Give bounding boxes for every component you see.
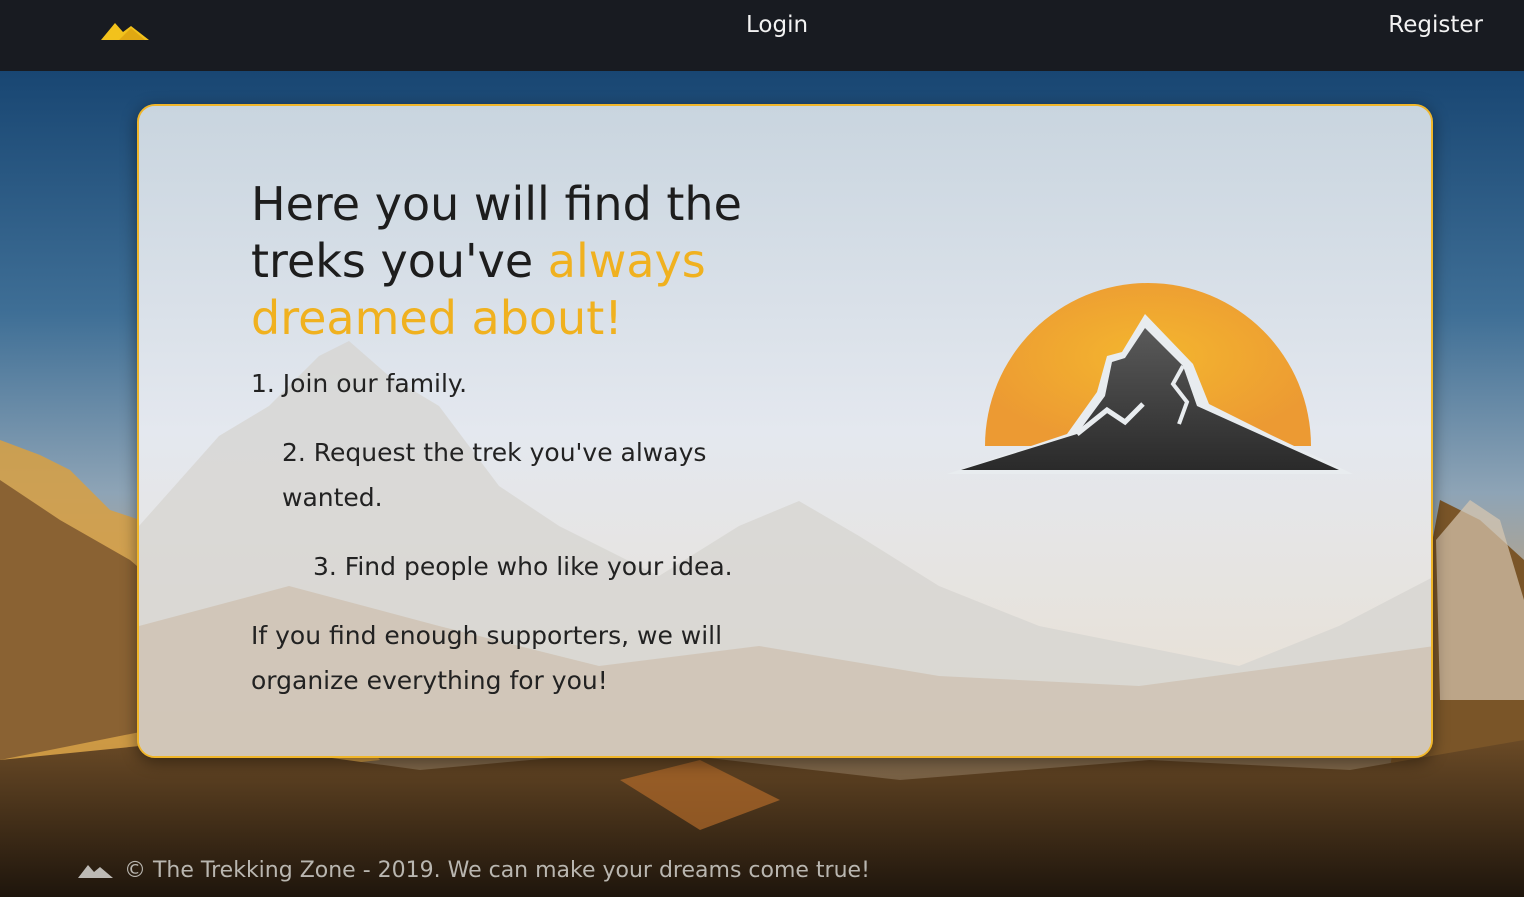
register-link[interactable]: Register: [1388, 12, 1483, 38]
step-item-join: 1. Join our family.: [251, 369, 468, 398]
intro-card: Here you will find the treks you've alwa…: [137, 104, 1433, 758]
login-link[interactable]: Login: [746, 12, 808, 38]
step-item-request: 2. Request the trek you've always wanted…: [282, 438, 707, 512]
mountain-logo-icon: [78, 864, 113, 878]
mountain-logo-icon[interactable]: [101, 20, 151, 44]
step-item-find-people: 3. Find people who like your idea.: [313, 552, 733, 581]
sun-mountain-icon: [947, 283, 1353, 474]
top-navbar: Login Register: [0, 0, 1524, 71]
hero-headline: Here you will find the treks you've alwa…: [251, 176, 791, 347]
footer-copyright: © The Trekking Zone - 2019. We can make …: [124, 858, 870, 883]
footer: © The Trekking Zone - 2019. We can make …: [78, 858, 870, 883]
closing-text: If you find enough supporters, we will o…: [251, 621, 723, 695]
